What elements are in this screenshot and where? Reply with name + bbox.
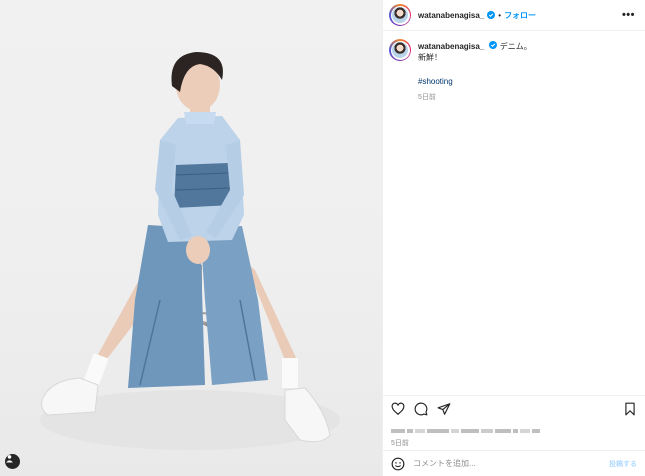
action-bar: 5日前: [383, 395, 645, 448]
paper-plane-icon[interactable]: [437, 402, 451, 416]
hashtag-link[interactable]: #shooting: [418, 77, 532, 86]
post-comment-button[interactable]: 投稿する: [609, 459, 637, 469]
smiley-icon[interactable]: [391, 457, 405, 471]
action-icons: [391, 400, 637, 418]
verified-badge-icon: [487, 11, 496, 19]
caption-timestamp[interactable]: 5日前: [418, 92, 532, 102]
comment-icon[interactable]: [414, 402, 428, 416]
separator-dot: •: [498, 10, 502, 20]
person-icon: [6, 455, 13, 463]
avatar[interactable]: [389, 4, 411, 26]
post-side-panel: watanabenagisa_ • フォロー ••• watanabenagis…: [383, 0, 645, 476]
comment-input[interactable]: [413, 459, 609, 468]
likes-redacted: [391, 426, 637, 436]
caption: watanabenagisa_ デニム。 新鮮！ #shooting 5日前: [383, 31, 645, 102]
post-header: watanabenagisa_ • フォロー •••: [383, 0, 645, 31]
comment-bar: 投稿する: [383, 450, 645, 476]
photo-illustration: [40, 52, 340, 450]
post-timestamp[interactable]: 5日前: [391, 438, 637, 448]
verified-badge-icon: [489, 41, 498, 49]
follow-button[interactable]: フォロー: [504, 10, 536, 21]
bookmark-icon[interactable]: [623, 402, 637, 416]
heart-icon[interactable]: [391, 402, 405, 416]
more-options-button[interactable]: •••: [622, 9, 635, 21]
post-photo[interactable]: [0, 0, 383, 476]
username[interactable]: watanabenagisa_: [418, 11, 484, 20]
caption-username[interactable]: watanabenagisa_: [418, 42, 484, 51]
caption-text-1: デニム。: [499, 42, 532, 51]
caption-text-2: 新鮮！: [418, 53, 442, 62]
caption-line-1: watanabenagisa_ デニム。: [418, 41, 532, 52]
tagged-user-button[interactable]: [5, 454, 20, 469]
caption-avatar[interactable]: [389, 39, 411, 61]
caption-body: watanabenagisa_ デニム。 新鮮！ #shooting 5日前: [418, 39, 532, 102]
